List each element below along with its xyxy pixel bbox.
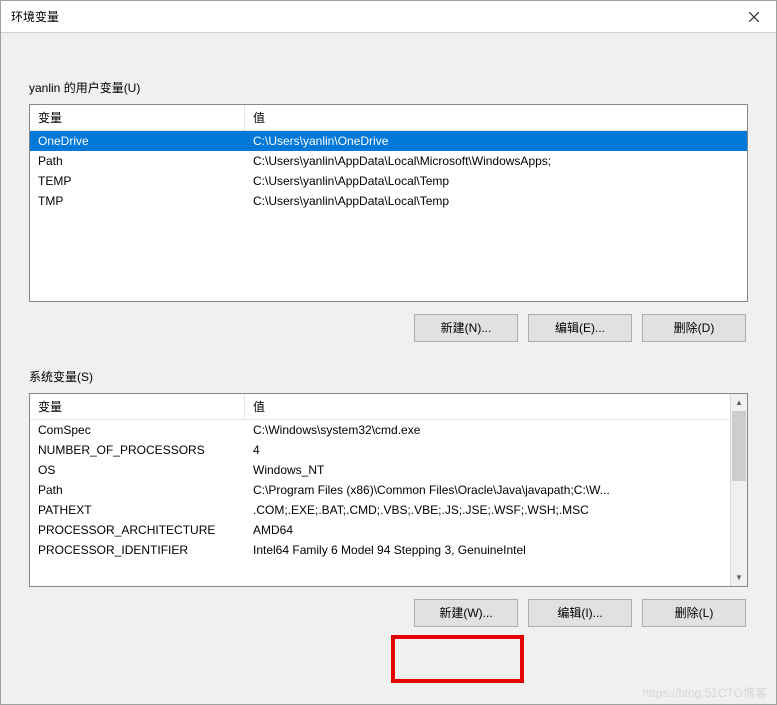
cell-value: .COM;.EXE;.BAT;.CMD;.VBS;.VBE;.JS;.JSE;.… — [245, 500, 730, 520]
user-new-button[interactable]: 新建(N)... — [414, 314, 518, 342]
system-table-scrollbar[interactable]: ▲ ▼ — [730, 394, 747, 586]
dialog-window: 环境变量 yanlin 的用户变量(U) 变量 值 OneDrive C:\Us… — [0, 0, 777, 705]
table-row[interactable]: PATHEXT .COM;.EXE;.BAT;.CMD;.VBS;.VBE;.J… — [30, 500, 730, 520]
table-row[interactable]: Path C:\Program Files (x86)\Common Files… — [30, 480, 730, 500]
user-buttons-row: 新建(N)... 编辑(E)... 删除(D) — [29, 314, 748, 342]
table-row[interactable]: PROCESSOR_ARCHITECTURE AMD64 — [30, 520, 730, 540]
cell-value: AMD64 — [245, 520, 730, 540]
cell-variable: OS — [30, 460, 245, 480]
table-row[interactable]: OneDrive C:\Users\yanlin\OneDrive — [30, 131, 747, 151]
system-section-label: 系统变量(S) — [29, 368, 748, 385]
titlebar: 环境变量 — [1, 1, 776, 33]
system-delete-button[interactable]: 删除(L) — [642, 599, 746, 627]
close-button[interactable] — [731, 1, 776, 32]
system-buttons-row: 新建(W)... 编辑(I)... 删除(L) — [29, 599, 748, 627]
cell-variable: Path — [30, 151, 245, 171]
column-header-variable[interactable]: 变量 — [30, 105, 245, 130]
cell-value: C:\Users\yanlin\AppData\Local\Microsoft\… — [245, 151, 747, 171]
cell-value: C:\Users\yanlin\AppData\Local\Temp — [245, 191, 747, 211]
cell-value: C:\Program Files (x86)\Common Files\Orac… — [245, 480, 730, 500]
cell-variable: PROCESSOR_ARCHITECTURE — [30, 520, 245, 540]
system-table-body: ComSpec C:\Windows\system32\cmd.exe NUMB… — [30, 420, 730, 586]
table-row[interactable]: TEMP C:\Users\yanlin\AppData\Local\Temp — [30, 171, 747, 191]
column-header-value[interactable]: 值 — [245, 105, 747, 130]
cell-variable: Path — [30, 480, 245, 500]
cell-value: C:\Users\yanlin\AppData\Local\Temp — [245, 171, 747, 191]
cell-variable: ComSpec — [30, 420, 245, 440]
column-header-variable[interactable]: 变量 — [30, 394, 245, 419]
cell-value: 4 — [245, 440, 730, 460]
user-section-label: yanlin 的用户变量(U) — [29, 79, 748, 96]
cell-variable: PATHEXT — [30, 500, 245, 520]
system-table-header: 变量 值 — [30, 394, 730, 420]
dialog-body: yanlin 的用户变量(U) 变量 值 OneDrive C:\Users\y… — [1, 33, 776, 704]
cell-variable: OneDrive — [30, 131, 245, 151]
window-title: 环境变量 — [11, 8, 59, 25]
user-delete-button[interactable]: 删除(D) — [642, 314, 746, 342]
cell-variable: NUMBER_OF_PROCESSORS — [30, 440, 245, 460]
cell-value: Intel64 Family 6 Model 94 Stepping 3, Ge… — [245, 540, 730, 560]
scroll-thumb[interactable] — [732, 411, 746, 481]
system-variables-section: 系统变量(S) 变量 值 ComSpec C:\Windows\system32… — [29, 368, 748, 627]
system-edit-button[interactable]: 编辑(I)... — [528, 599, 632, 627]
scroll-down-icon[interactable]: ▼ — [731, 569, 747, 586]
table-row[interactable]: ComSpec C:\Windows\system32\cmd.exe — [30, 420, 730, 440]
column-header-value[interactable]: 值 — [245, 394, 730, 419]
table-row[interactable]: OS Windows_NT — [30, 460, 730, 480]
table-row[interactable]: TMP C:\Users\yanlin\AppData\Local\Temp — [30, 191, 747, 211]
cell-value: C:\Windows\system32\cmd.exe — [245, 420, 730, 440]
user-edit-button[interactable]: 编辑(E)... — [528, 314, 632, 342]
user-variables-section: yanlin 的用户变量(U) 变量 值 OneDrive C:\Users\y… — [29, 79, 748, 342]
table-row[interactable]: NUMBER_OF_PROCESSORS 4 — [30, 440, 730, 460]
system-new-button[interactable]: 新建(W)... — [414, 599, 518, 627]
user-table-header: 变量 值 — [30, 105, 747, 131]
scroll-up-icon[interactable]: ▲ — [731, 394, 747, 411]
user-table-body: OneDrive C:\Users\yanlin\OneDrive Path C… — [30, 131, 747, 301]
user-variables-table[interactable]: 变量 值 OneDrive C:\Users\yanlin\OneDrive P… — [29, 104, 748, 302]
cell-variable: TEMP — [30, 171, 245, 191]
cell-value: C:\Users\yanlin\OneDrive — [245, 131, 747, 151]
table-row[interactable]: Path C:\Users\yanlin\AppData\Local\Micro… — [30, 151, 747, 171]
cell-variable: TMP — [30, 191, 245, 211]
cell-value: Windows_NT — [245, 460, 730, 480]
close-icon — [749, 12, 759, 22]
system-variables-table[interactable]: 变量 值 ComSpec C:\Windows\system32\cmd.exe… — [29, 393, 748, 587]
cell-variable: PROCESSOR_IDENTIFIER — [30, 540, 245, 560]
table-row[interactable]: PROCESSOR_IDENTIFIER Intel64 Family 6 Mo… — [30, 540, 730, 560]
